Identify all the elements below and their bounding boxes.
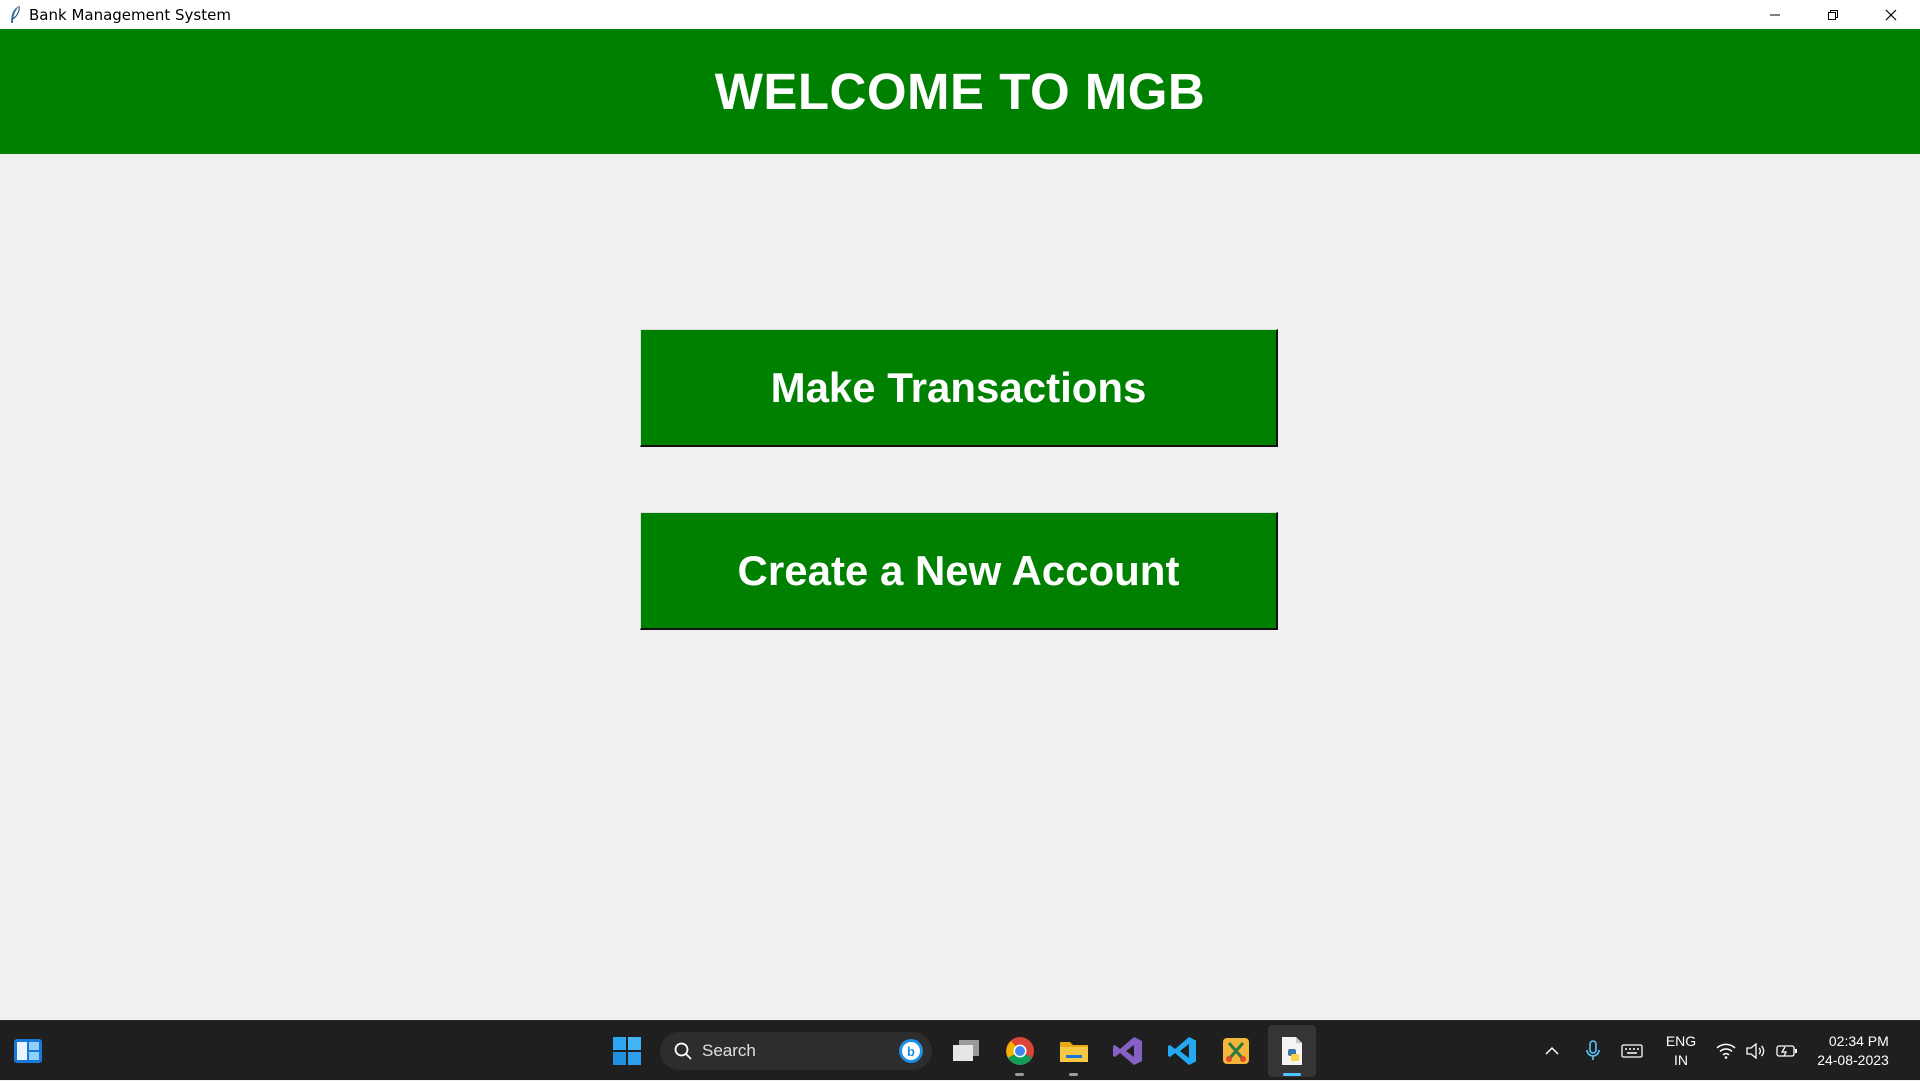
chrome-running-indicator (1015, 1073, 1024, 1076)
volume-icon[interactable] (1744, 1021, 1768, 1081)
taskbar: Search b ENG IN 02:34 PM 24-08-2023 (0, 1020, 1920, 1080)
task-view-icon[interactable] (944, 1021, 988, 1081)
language-label: ENG (1665, 1033, 1697, 1049)
wifi-icon[interactable] (1714, 1021, 1738, 1081)
chevron-up-icon[interactable] (1540, 1021, 1564, 1081)
header-banner: WELCOME TO MGB (0, 29, 1920, 154)
taskbar-search-box[interactable]: Search b (660, 1032, 932, 1070)
region-label: IN (1674, 1052, 1688, 1068)
close-button[interactable] (1862, 0, 1920, 29)
language-indicator[interactable]: ENG IN (1660, 1021, 1702, 1081)
file-explorer-icon[interactable] (1052, 1021, 1096, 1081)
make-transactions-button[interactable]: Make Transactions (640, 329, 1278, 447)
clock-date: 24-08-2023 (1817, 1052, 1889, 1068)
bing-icon[interactable]: b (898, 1038, 924, 1064)
keyboard-icon[interactable] (1618, 1021, 1646, 1081)
python-idle-icon[interactable] (1268, 1025, 1316, 1077)
page-title: WELCOME TO MGB (714, 63, 1206, 120)
restore-icon (1828, 9, 1838, 20)
chrome-icon[interactable] (998, 1021, 1042, 1081)
explorer-running-indicator (1069, 1073, 1078, 1076)
close-icon (1885, 9, 1897, 20)
svg-text:b: b (907, 1044, 915, 1059)
clock[interactable]: 02:34 PM 24-08-2023 (1810, 1021, 1896, 1081)
title-bar: Bank Management System (0, 0, 1920, 29)
window-title: Bank Management System (29, 5, 231, 24)
vscode-icon[interactable] (1160, 1021, 1204, 1081)
snipping-tool-icon[interactable] (1214, 1021, 1258, 1081)
minimize-button[interactable] (1746, 0, 1804, 29)
battery-icon[interactable] (1774, 1021, 1800, 1081)
feather-icon (4, 4, 26, 26)
active-app-indicator (1283, 1073, 1301, 1076)
restore-button[interactable] (1804, 0, 1862, 29)
minimize-icon (1770, 14, 1780, 15)
create-account-button[interactable]: Create a New Account (640, 512, 1278, 630)
search-icon (674, 1042, 692, 1060)
start-icon[interactable] (605, 1021, 649, 1081)
widgets-icon[interactable] (8, 1021, 48, 1081)
clock-time: 02:34 PM (1828, 1033, 1889, 1049)
visual-studio-icon[interactable] (1106, 1021, 1150, 1081)
microphone-icon[interactable] (1580, 1021, 1606, 1081)
search-label: Search (702, 1041, 756, 1060)
